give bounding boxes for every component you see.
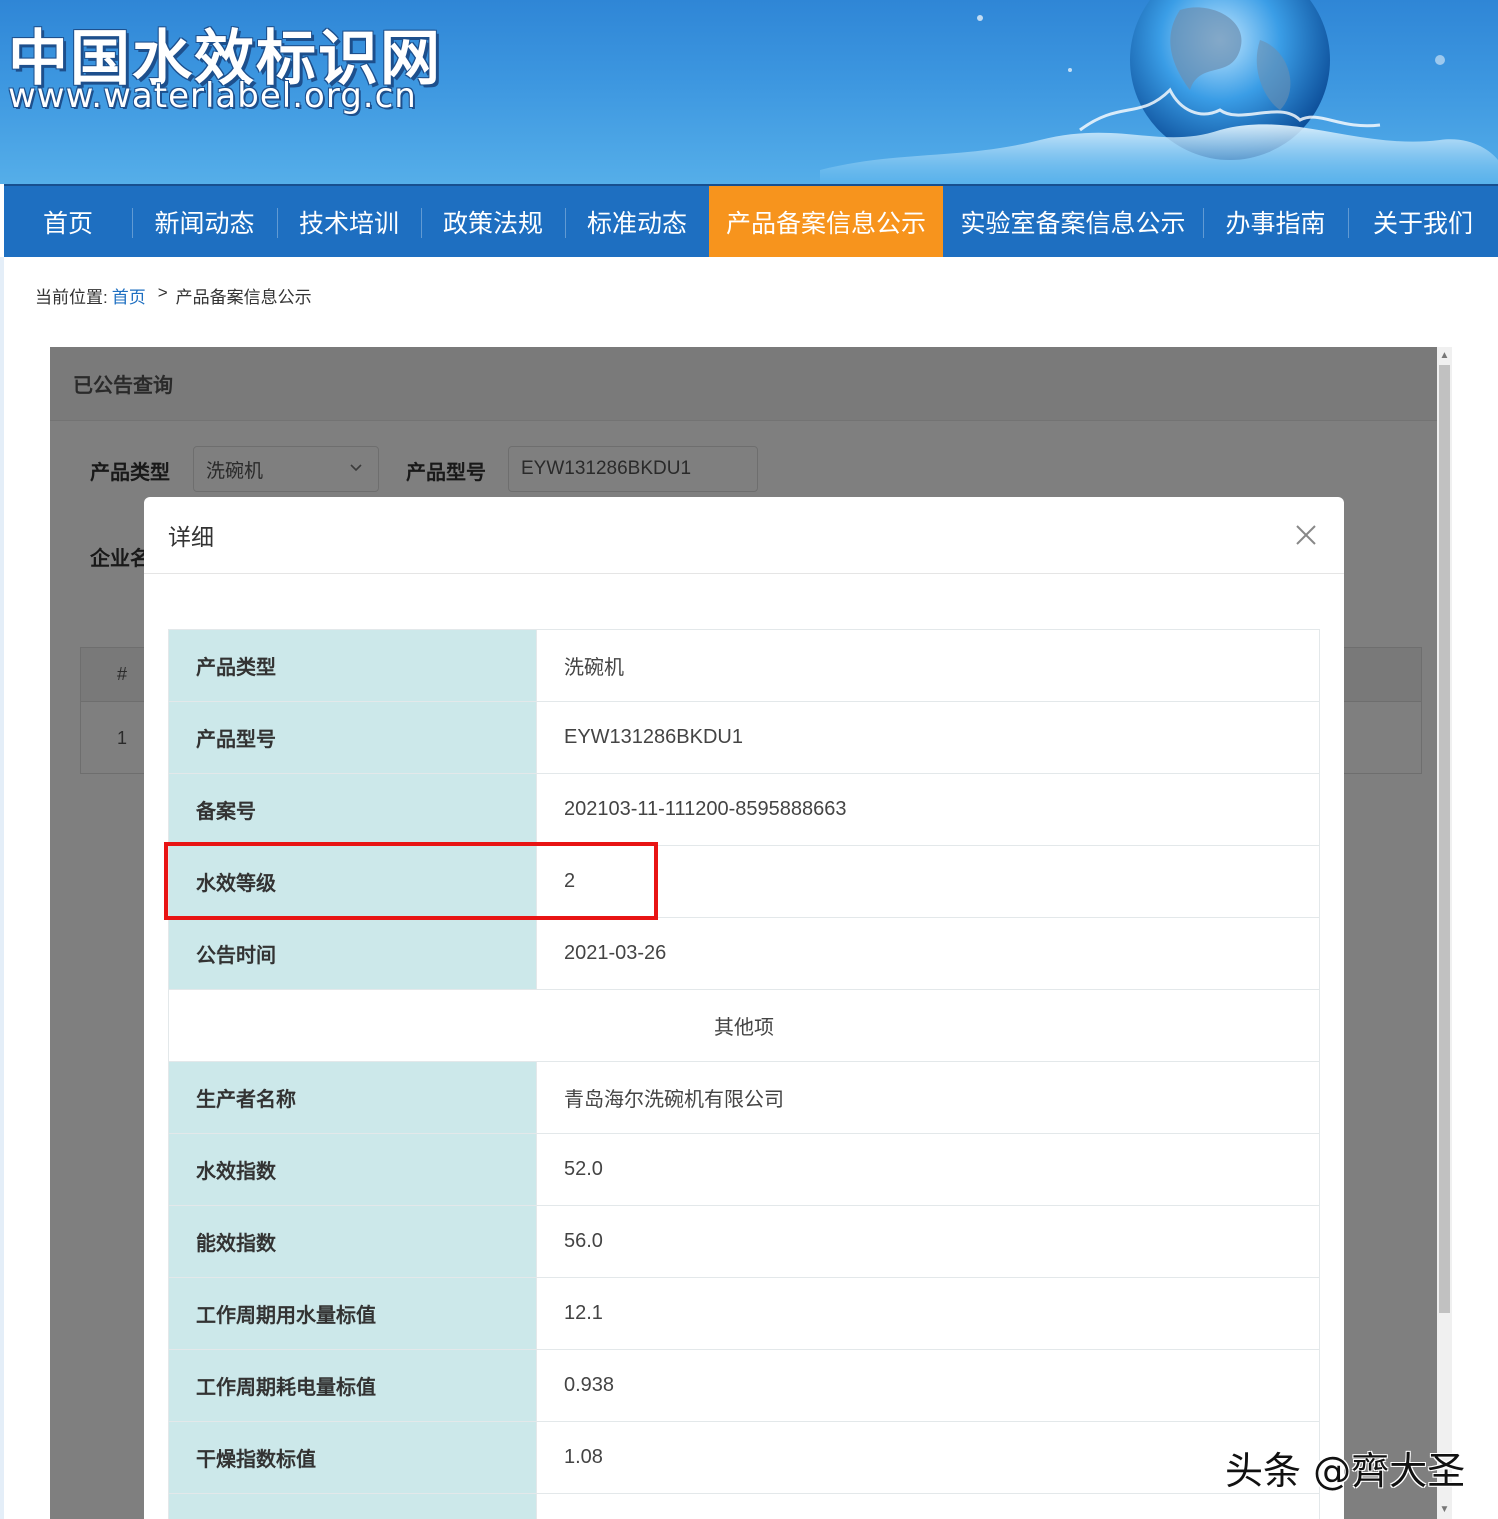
breadcrumb-prefix: 当前位置:: [35, 288, 108, 307]
nav-item-policy[interactable]: 政策法规: [421, 186, 565, 257]
site-banner: 中国水效标识网 www.waterlabel.org.cn: [0, 0, 1498, 184]
table-row: 备案号 202103-11-111200-8595888663: [168, 773, 1320, 846]
panel-scrollbar[interactable]: ▲ ▼: [1437, 347, 1452, 1519]
nav-item-home[interactable]: 首页: [4, 186, 132, 257]
detail-key: 能效指数: [168, 1205, 537, 1278]
detail-value: 1.08: [536, 1421, 1320, 1494]
table-row: 工作周期耗电量标值 0.938: [168, 1349, 1320, 1422]
detail-value: 56.0: [536, 1205, 1320, 1278]
breadcrumb-current: 产品备案信息公示: [175, 288, 312, 307]
water-globe-illustration: [820, 0, 1498, 184]
detail-value-cutoff: [536, 1493, 1320, 1519]
breadcrumb: 当前位置: 首页 > 产品备案信息公示: [35, 283, 312, 308]
detail-value: 12.1: [536, 1277, 1320, 1350]
table-row: 公告时间 2021-03-26: [168, 917, 1320, 990]
detail-table: 产品类型 洗碗机 产品型号 EYW131286BKDU1 备案号 202103-…: [168, 629, 1320, 1519]
nav-item-product-filing[interactable]: 产品备案信息公示: [709, 186, 943, 257]
scrollbar-thumb[interactable]: [1439, 365, 1450, 1313]
watermark-text: 头条 @齊大圣: [1225, 1449, 1466, 1493]
detail-value: EYW131286BKDU1: [536, 701, 1320, 774]
detail-key: 工作周期耗电量标值: [168, 1349, 537, 1422]
detail-key: 干燥指数标值: [168, 1421, 537, 1494]
detail-value: 0.938: [536, 1349, 1320, 1422]
detail-value: 洗碗机: [536, 629, 1320, 702]
table-row: 产品类型 洗碗机: [168, 629, 1320, 702]
detail-value: 52.0: [536, 1133, 1320, 1206]
detail-key: 工作周期用水量标值: [168, 1277, 537, 1350]
close-icon[interactable]: [1292, 521, 1320, 549]
table-row: 工作周期用水量标值 12.1: [168, 1277, 1320, 1350]
detail-key-cutoff: [168, 1493, 537, 1519]
detail-key: 生产者名称: [168, 1061, 537, 1134]
site-logo-url: www.waterlabel.org.cn: [8, 76, 417, 116]
table-row: 生产者名称 青岛海尔洗碗机有限公司: [168, 1061, 1320, 1134]
nav-item-about[interactable]: 关于我们: [1348, 186, 1498, 257]
detail-value: 2: [536, 845, 1320, 918]
page-left-edge: [0, 257, 4, 1519]
table-row: 产品型号 EYW131286BKDU1: [168, 701, 1320, 774]
detail-value: 202103-11-111200-8595888663: [536, 773, 1320, 846]
scroll-down-arrow-icon[interactable]: ▼: [1437, 1503, 1452, 1517]
detail-key: 公告时间: [168, 917, 537, 990]
detail-key: 产品类型: [168, 629, 537, 702]
detail-key: 水效指数: [168, 1133, 537, 1206]
section-other-items: 其他项: [168, 989, 1320, 1062]
table-row: 能效指数 56.0: [168, 1205, 1320, 1278]
nav-item-training[interactable]: 技术培训: [277, 186, 421, 257]
detail-value: 2021-03-26: [536, 917, 1320, 990]
table-row: 其他项: [168, 989, 1320, 1062]
table-row: 水效指数 52.0: [168, 1133, 1320, 1206]
table-row: [168, 1493, 1320, 1519]
nav-item-lab-filing[interactable]: 实验室备案信息公示: [943, 186, 1203, 257]
scroll-up-arrow-icon[interactable]: ▲: [1437, 349, 1452, 363]
breadcrumb-home-link[interactable]: 首页: [112, 283, 146, 308]
modal-title: 详细: [144, 497, 1344, 574]
detail-key: 备案号: [168, 773, 537, 846]
nav-item-guide[interactable]: 办事指南: [1203, 186, 1348, 257]
main-nav: 首页 新闻动态 技术培训 政策法规 标准动态 产品备案信息公示 实验室备案信息公…: [4, 184, 1498, 257]
breadcrumb-separator: >: [157, 283, 168, 302]
detail-key: 产品型号: [168, 701, 537, 774]
nav-item-standards[interactable]: 标准动态: [565, 186, 709, 257]
table-row: 干燥指数标值 1.08: [168, 1421, 1320, 1494]
detail-value: 青岛海尔洗碗机有限公司: [536, 1061, 1320, 1134]
table-row: 水效等级 2: [168, 845, 1320, 918]
nav-item-news[interactable]: 新闻动态: [132, 186, 277, 257]
detail-key: 水效等级: [168, 845, 537, 918]
detail-modal: 详细 产品类型 洗碗机 产品型号 EYW131286BKDU1 备案号 2021…: [144, 497, 1344, 1519]
